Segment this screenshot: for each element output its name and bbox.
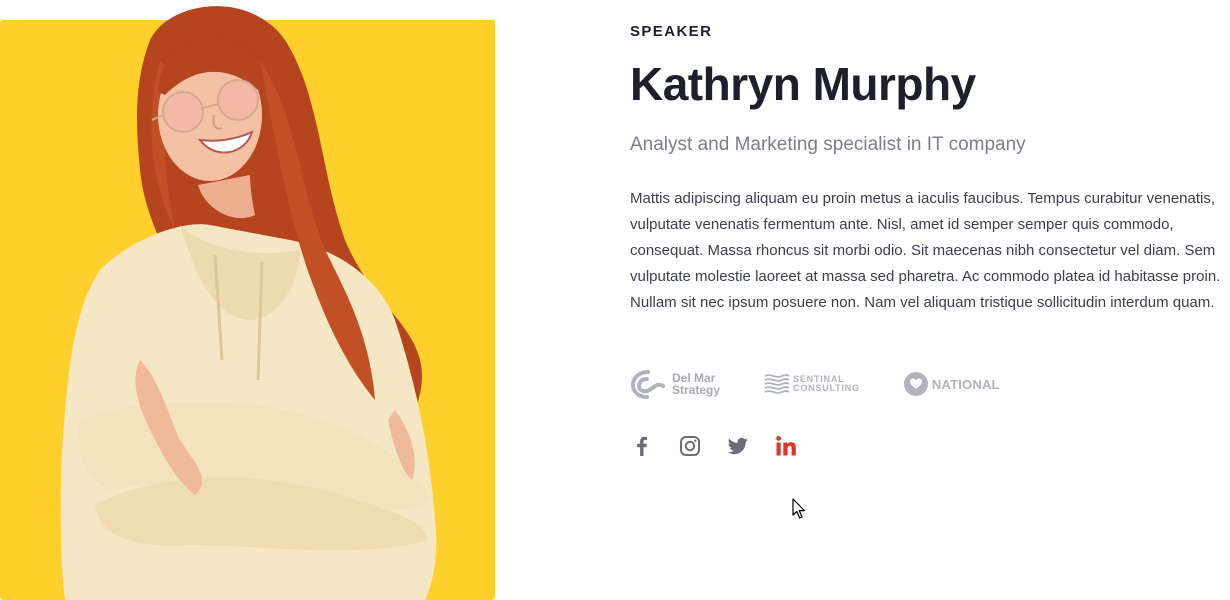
national-logo: NATIONAL — [903, 372, 1000, 396]
speaker-section: SPEAKER Kathryn Murphy Analyst and Marke… — [0, 0, 1230, 600]
del-mar-strategy-mark-icon — [630, 370, 665, 399]
instagram-link[interactable] — [678, 434, 702, 458]
facebook-link[interactable] — [630, 434, 654, 458]
facebook-icon — [637, 436, 647, 456]
speaker-photo — [60, 6, 437, 600]
linkedin-icon — [776, 436, 796, 456]
speaker-bio: Mattis adipiscing aliquam eu proin metus… — [630, 190, 1221, 311]
speaker-name: Kathryn Murphy — [630, 58, 976, 110]
twitter-icon — [727, 437, 748, 455]
twitter-link[interactable] — [726, 434, 750, 458]
national-heart-icon — [903, 372, 928, 396]
del-mar-strategy-logo: Del Mar Strategy — [630, 368, 720, 400]
speaker-role: Analyst and Marketing specialist in IT c… — [630, 134, 1026, 155]
linkedin-link[interactable] — [774, 434, 798, 458]
social-links — [630, 432, 1230, 460]
instagram-icon — [680, 436, 700, 456]
national-label: NATIONAL — [931, 376, 1000, 392]
partner-logos: Del Mar Strategy SENTINAL CONSULTING NAT… — [630, 366, 1230, 402]
sentinal-consulting-logo: SENTINAL CONSULTING — [764, 371, 860, 397]
sentinal-wave-icon — [764, 374, 790, 394]
mouse-pointer-icon — [792, 498, 805, 519]
del-mar-line2: Strategy — [672, 383, 721, 397]
section-eyebrow: SPEAKER — [630, 23, 713, 40]
sentinal-line2: CONSULTING — [793, 383, 860, 393]
speaker-details: SPEAKER Kathryn Murphy Analyst and Marke… — [630, 22, 1230, 460]
